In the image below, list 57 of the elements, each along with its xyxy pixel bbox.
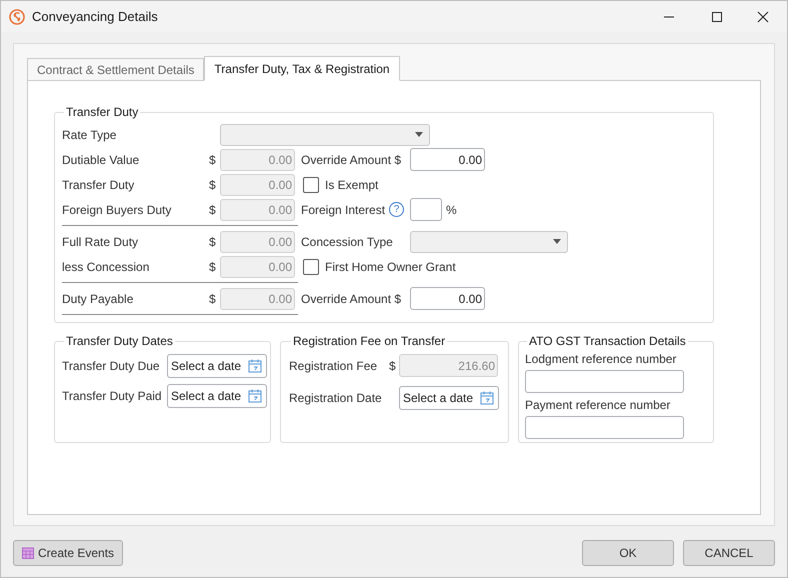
tab[interactable]: Contract & Settlement Details: [27, 58, 204, 81]
override-amount-field[interactable]: 0.00: [410, 148, 485, 171]
calendar-icon: [248, 359, 262, 373]
date-picker[interactable]: Select a date: [167, 354, 267, 378]
percent-field[interactable]: [410, 198, 442, 221]
dialog-button[interactable]: CANCEL: [683, 540, 775, 566]
close-icon[interactable]: [757, 10, 769, 22]
date-picker[interactable]: Select a date: [167, 384, 267, 408]
field-label: Override Amount $: [301, 290, 402, 308]
field-label: Dutiable Value: [62, 152, 140, 168]
app-logo-icon: [9, 8, 25, 24]
dialog-button[interactable]: OK: [582, 540, 674, 566]
calendar-icon: [480, 391, 494, 405]
field-label: Transfer Duty Paid: [62, 388, 163, 405]
currency-symbol: $: [209, 234, 217, 250]
dropdown-arrow-icon: [415, 132, 423, 137]
field-label: Concession Type: [301, 234, 394, 250]
window-title: Conveyancing Details: [32, 8, 158, 26]
maximize-icon[interactable]: [711, 10, 723, 22]
field-label: Foreign Interest: [301, 202, 386, 218]
group-title: Transfer Duty Dates: [65, 333, 174, 350]
checkbox-label: Is Exempt: [325, 176, 378, 194]
checkbox[interactable]: [303, 176, 319, 192]
currency-symbol: $: [209, 290, 217, 308]
field-label: Registration Date: [289, 390, 383, 407]
date-picker[interactable]: Select a date: [399, 386, 499, 410]
tab[interactable]: Transfer Duty, Tax & Registration: [204, 56, 400, 81]
currency-symbol: $: [209, 152, 217, 168]
group-title: Transfer Duty: [65, 104, 140, 121]
help-icon[interactable]: ?: [389, 202, 404, 217]
calendar-icon: [248, 389, 262, 403]
field-label: Transfer Duty: [62, 176, 136, 194]
percent-sign: %: [446, 202, 457, 218]
currency-symbol: $: [209, 258, 217, 276]
currency-symbol: $: [209, 176, 217, 194]
field-label: Payment reference number: [525, 397, 672, 414]
group-title: Registration Fee on Transfer: [292, 333, 446, 350]
group-title: ATO GST Transaction Details: [528, 333, 687, 350]
currency-symbol: $: [209, 202, 217, 218]
override-amount-field[interactable]: 0.00: [410, 287, 485, 310]
field-label: Lodgment reference number: [525, 351, 678, 368]
create-events-button[interactable]: Create Events: [13, 540, 124, 566]
field-label: Duty Payable: [62, 290, 134, 308]
field-label: Full Rate Duty: [62, 234, 140, 250]
checkbox-label: First Home Owner Grant: [325, 258, 456, 276]
text-field[interactable]: [525, 370, 684, 393]
text-field[interactable]: [525, 416, 684, 439]
field-label: Rate Type: [62, 126, 118, 144]
currency-symbol: $: [389, 358, 397, 374]
field-label: Registration Fee: [289, 358, 378, 374]
field-label: less Concession: [62, 258, 150, 276]
field-label: Override Amount $: [301, 152, 402, 168]
dropdown-arrow-icon: [553, 239, 561, 244]
field-label: Transfer Duty Due: [62, 358, 161, 375]
calendar-icon: [22, 547, 34, 559]
field-label: Foreign Buyers Duty: [62, 202, 172, 218]
checkbox[interactable]: [303, 258, 319, 274]
